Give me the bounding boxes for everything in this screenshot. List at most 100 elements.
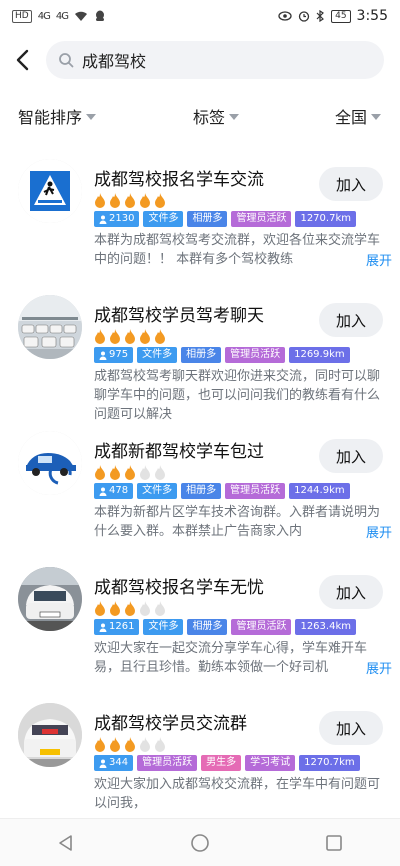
flame-icon — [140, 329, 150, 344]
flame-icon — [125, 193, 135, 208]
group-description: 欢迎大家在一起交流分享学车心得，学车难开车易，且行且珍惜。勤练本领做一个好司机 — [94, 641, 368, 675]
caret-down-icon — [371, 114, 382, 120]
member-count-tag: 1261 — [94, 619, 140, 635]
group-title: 成都新都驾校学车包过 — [94, 442, 264, 462]
flame-icon — [140, 193, 150, 208]
join-button[interactable]: 加入 — [319, 575, 383, 609]
join-button[interactable]: 加入 — [319, 303, 383, 337]
search-query: 成都驾校 — [82, 52, 147, 71]
tag-label: 学习考试 — [250, 757, 291, 768]
person-icon — [99, 351, 107, 360]
group-title: 成都驾校报名学车无忧 — [94, 578, 264, 598]
join-button[interactable]: 加入 — [319, 439, 383, 473]
group-tags: 975 文件多 相册多 管理员活跃 1269.9km — [94, 347, 350, 363]
activity-flames — [94, 329, 166, 344]
back-button[interactable] — [6, 40, 38, 80]
search-input[interactable]: 成都驾校 — [46, 41, 384, 79]
caret-down-icon — [229, 114, 240, 120]
nav-recents-icon[interactable] — [325, 834, 343, 852]
group-avatar — [18, 703, 82, 767]
training-car-photo-icon — [18, 703, 82, 767]
activity-flames — [94, 601, 166, 616]
tag-label: 文件多 — [148, 213, 179, 224]
member-count-tag: 975 — [94, 347, 134, 363]
person-icon — [99, 487, 107, 496]
group-tag: 管理员活跃 — [225, 347, 286, 363]
group-item[interactable]: 成都驾校学员驾考聊天 加入 975 文件多 相册多 管理员活跃 1269.9km 成都驾… — [0, 291, 400, 427]
group-item[interactable]: 成都新都驾校学车包过 加入 478 文件多 相册多 管理员活跃 1244.9km 本群为… — [0, 427, 400, 563]
group-tag: 文件多 — [143, 619, 184, 635]
nav-home-icon[interactable] — [190, 833, 210, 853]
flame-icon — [140, 737, 150, 752]
flame-icon — [125, 601, 135, 616]
status-left: HD 4G 4G — [12, 9, 106, 23]
group-tag: 1270.7km — [295, 211, 356, 227]
filter-tags-label: 标签 — [193, 108, 226, 127]
group-tag: 管理员活跃 — [231, 211, 292, 227]
group-tag: 男生多 — [201, 755, 242, 771]
group-tags: 2130 文件多 相册多 管理员活跃 1270.7km — [94, 211, 356, 227]
group-item[interactable]: 成都驾校报名学车无忧 加入 1261 文件多 相册多 管理员活跃 1263.4km 欢迎… — [0, 563, 400, 699]
group-tag: 文件多 — [143, 211, 184, 227]
group-avatar — [18, 295, 82, 359]
filter-tags[interactable]: 标签 — [193, 104, 240, 128]
tag-label: 1263.4km — [300, 621, 351, 632]
filter-sort[interactable]: 智能排序 — [18, 104, 97, 128]
member-count-tag: 2130 — [94, 211, 140, 227]
signal-icon-2: 4G — [55, 10, 69, 22]
qq-icon — [95, 10, 104, 21]
flame-icon — [110, 193, 120, 208]
join-button[interactable]: 加入 — [319, 167, 383, 201]
group-avatar — [18, 159, 82, 223]
flame-icon — [95, 737, 105, 752]
join-button[interactable]: 加入 — [319, 711, 383, 745]
nav-back-icon[interactable] — [57, 834, 75, 852]
filter-region[interactable]: 全国 — [335, 104, 382, 128]
alarm-icon — [298, 11, 310, 22]
group-item[interactable]: 成都驾校报名学车交流 加入 2130 文件多 相册多 管理员活跃 1270.7km 本群… — [0, 155, 400, 291]
tag-label: 管理员活跃 — [142, 757, 193, 768]
bluetooth-icon — [316, 10, 325, 22]
group-tag: 1270.7km — [299, 755, 360, 771]
person-icon — [99, 623, 107, 632]
group-avatar — [18, 431, 82, 495]
group-tags: 344 管理员活跃 男生多 学习考试 1270.7km — [94, 755, 360, 771]
group-tag: 相册多 — [187, 619, 228, 635]
flame-icon — [155, 193, 165, 208]
group-item[interactable]: 成都驾校学员交流群 加入 344 管理员活跃 男生多 学习考试 1270.7km 欢迎大… — [0, 699, 400, 835]
wifi-icon — [74, 11, 87, 21]
member-count-tag: 344 — [94, 755, 134, 771]
tag-label: 1244.9km — [294, 485, 345, 496]
search-header: 成都驾校 — [0, 38, 400, 82]
group-avatar — [18, 567, 82, 631]
flame-icon — [155, 737, 165, 752]
tag-label: 1261 — [109, 621, 135, 632]
expand-link[interactable]: 展开 — [352, 250, 393, 269]
group-tag: 管理员活跃 — [137, 755, 198, 771]
member-count-tag: 478 — [94, 483, 134, 499]
flame-icon — [95, 329, 105, 344]
group-description: 本群为成都驾校驾考交流群，欢迎各位来交流学车中的问题！！ 本群有多个驾校教练 — [94, 233, 381, 267]
flame-icon — [95, 601, 105, 616]
signal-icon-1: 4G — [37, 10, 51, 22]
clock: 3:55 — [356, 8, 388, 24]
group-title: 成都驾校学员驾考聊天 — [94, 306, 264, 326]
flame-icon — [110, 329, 120, 344]
group-tag: 文件多 — [137, 483, 178, 499]
group-tags: 1261 文件多 相册多 管理员活跃 1263.4km — [94, 619, 356, 635]
flame-icon — [125, 737, 135, 752]
battery-level: 45 — [331, 9, 351, 23]
crosswalk-sign-icon — [18, 159, 82, 223]
flame-icon — [140, 465, 150, 480]
expand-link[interactable]: 展开 — [352, 658, 393, 677]
filter-sort-label: 智能排序 — [18, 108, 83, 127]
group-tag: 学习考试 — [245, 755, 296, 771]
system-nav-bar — [0, 818, 400, 866]
filter-region-label: 全国 — [335, 108, 368, 127]
group-tag: 1269.9km — [289, 347, 350, 363]
eye-icon — [278, 11, 292, 21]
expand-link[interactable]: 展开 — [352, 522, 393, 541]
activity-flames — [94, 737, 166, 752]
status-right: 45 3:55 — [278, 8, 388, 24]
white-car-photo-icon — [18, 567, 82, 631]
